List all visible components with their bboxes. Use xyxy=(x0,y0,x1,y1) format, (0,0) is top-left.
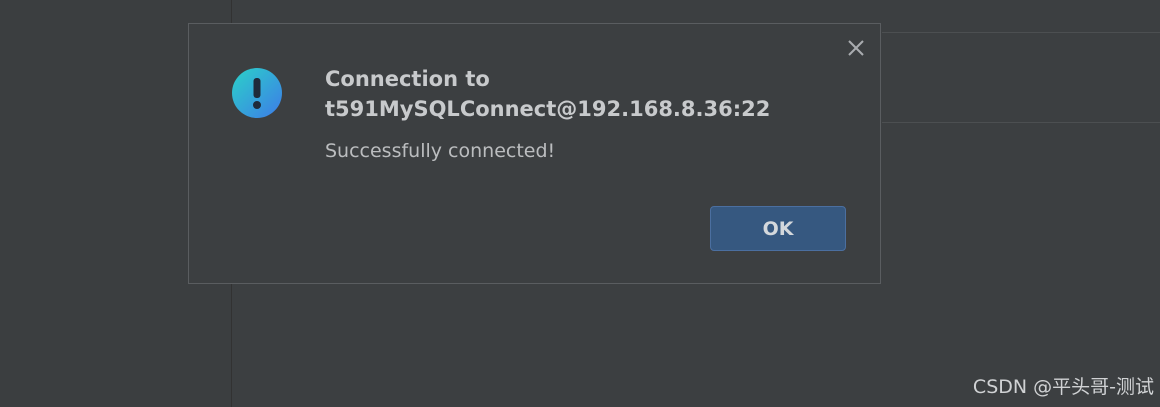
dialog-title-line2: t591MySQLConnect@192.168.8.36:22 xyxy=(325,97,771,121)
divider xyxy=(882,122,1160,123)
divider xyxy=(882,32,1160,33)
dialog-title-line1: Connection to xyxy=(325,67,490,91)
ide-window: Connection to t591MySQLConnect@192.168.8… xyxy=(0,0,1160,407)
alert-icon xyxy=(231,67,283,119)
dialog-title: Connection to t591MySQLConnect@192.168.8… xyxy=(325,64,825,124)
ok-button[interactable]: OK xyxy=(710,206,846,251)
connection-dialog: Connection to t591MySQLConnect@192.168.8… xyxy=(188,23,881,284)
close-icon[interactable] xyxy=(846,38,866,58)
watermark: CSDN @平头哥-测试 xyxy=(972,376,1154,398)
dialog-message: Successfully connected! xyxy=(325,140,556,162)
